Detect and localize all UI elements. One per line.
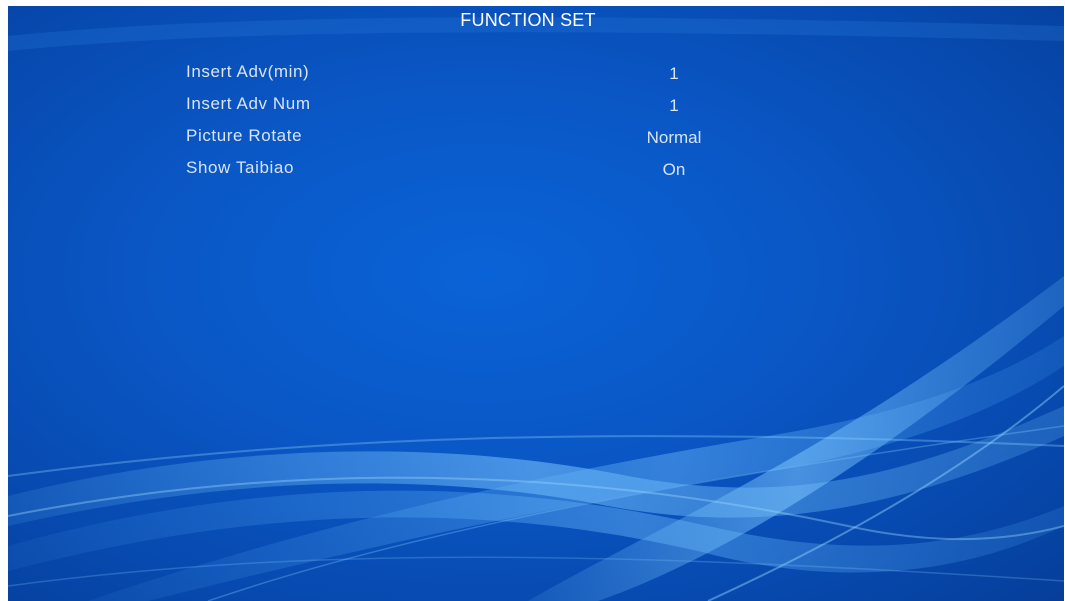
menu-item-value[interactable]: 1: [614, 96, 734, 116]
menu-item-label: Picture Rotate: [186, 126, 303, 145]
osd-screen: FUNCTION SET Insert Adv(min) 1 Insert Ad…: [8, 6, 1064, 601]
menu-item-picture-rotate[interactable]: Picture Rotate Normal: [186, 122, 806, 154]
menu-item-show-taibiao[interactable]: Show Taibiao On: [186, 154, 806, 186]
menu-item-label: Show Taibiao: [186, 158, 295, 177]
menu-item-value[interactable]: 1: [614, 64, 734, 84]
settings-menu: Insert Adv(min) 1 Insert Adv Num 1 Pictu…: [186, 58, 806, 186]
menu-item-label: Insert Adv Num: [186, 94, 311, 113]
menu-item-label: Insert Adv(min): [186, 62, 310, 81]
menu-item-insert-adv-min[interactable]: Insert Adv(min) 1: [186, 58, 806, 90]
menu-item-value[interactable]: On: [614, 160, 734, 180]
menu-item-value[interactable]: Normal: [614, 128, 734, 148]
menu-item-insert-adv-num[interactable]: Insert Adv Num 1: [186, 90, 806, 122]
screen-title: FUNCTION SET: [460, 10, 596, 30]
